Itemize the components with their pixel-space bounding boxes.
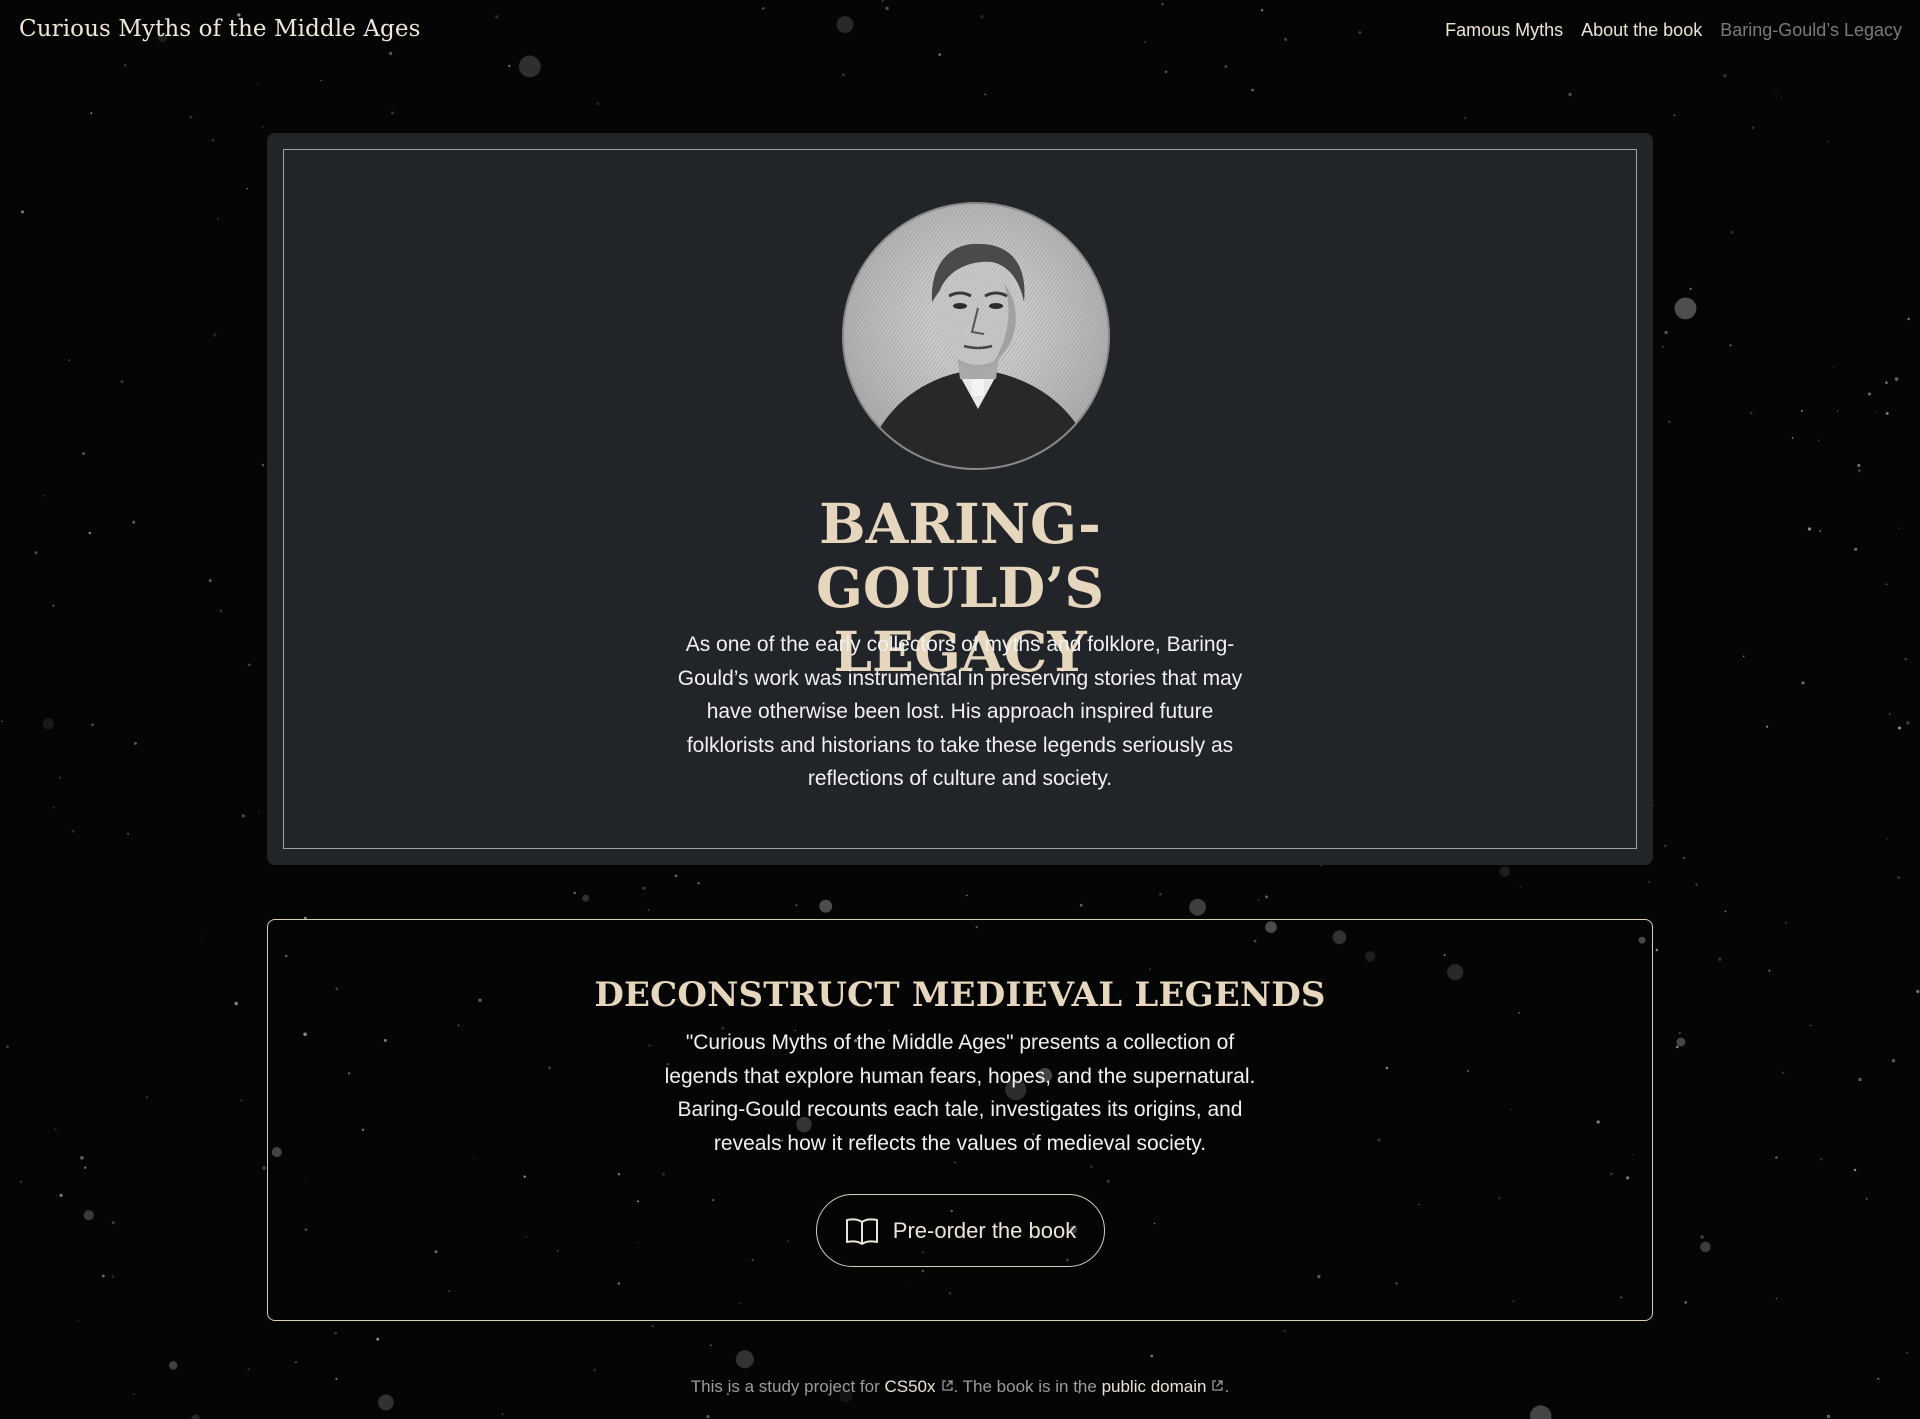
legacy-paragraph: As one of the early collectors of myths … [677,633,1243,790]
preorder-button[interactable]: Pre-order the book [816,1194,1105,1267]
footer-link-public-domain[interactable]: public domain [1102,1377,1225,1396]
nav-about-the-book[interactable]: About the book [1581,20,1702,41]
main-nav: Famous Myths About the book Baring-Gould… [1445,20,1902,41]
footer-link-cs50x[interactable]: CS50x [884,1377,953,1396]
book-icon [845,1217,878,1245]
site-title-link[interactable]: Curious Myths of the Middle Ages [19,16,420,42]
preorder-button-label: Pre-order the book [892,1217,1077,1243]
external-link-icon [941,1380,953,1391]
legacy-card: BARING-GOULD’S LEGACY As one of the earl… [267,133,1653,865]
nav-baring-goulds-legacy[interactable]: Baring-Gould’s Legacy [1720,20,1902,41]
nav-famous-myths[interactable]: Famous Myths [1445,20,1563,41]
legends-card: DECONSTRUCT MEDIEVAL LEGENDS "Curious My… [267,919,1653,1321]
footer-text-before: This is a study project for [690,1377,885,1396]
external-link-icon [1212,1380,1224,1391]
engraved-portrait-icon [844,204,1108,468]
footer: This is a study project for CS50x . The b… [0,1377,1920,1397]
legends-paragraph: "Curious Myths of the Middle Ages" prese… [664,1031,1256,1155]
legacy-card-frame: BARING-GOULD’S LEGACY As one of the earl… [283,149,1637,849]
portrait-image [842,202,1110,470]
footer-text-middle: . The book is in the [953,1377,1102,1396]
footer-text-after: . [1224,1377,1230,1396]
legends-title: DECONSTRUCT MEDIEVAL LEGENDS [594,975,1326,1015]
footer-link-public-domain-label: public domain [1101,1377,1207,1396]
footer-link-cs50x-label: CS50x [884,1377,936,1396]
page: Curious Myths of the Middle Ages Famous … [0,0,1920,1419]
